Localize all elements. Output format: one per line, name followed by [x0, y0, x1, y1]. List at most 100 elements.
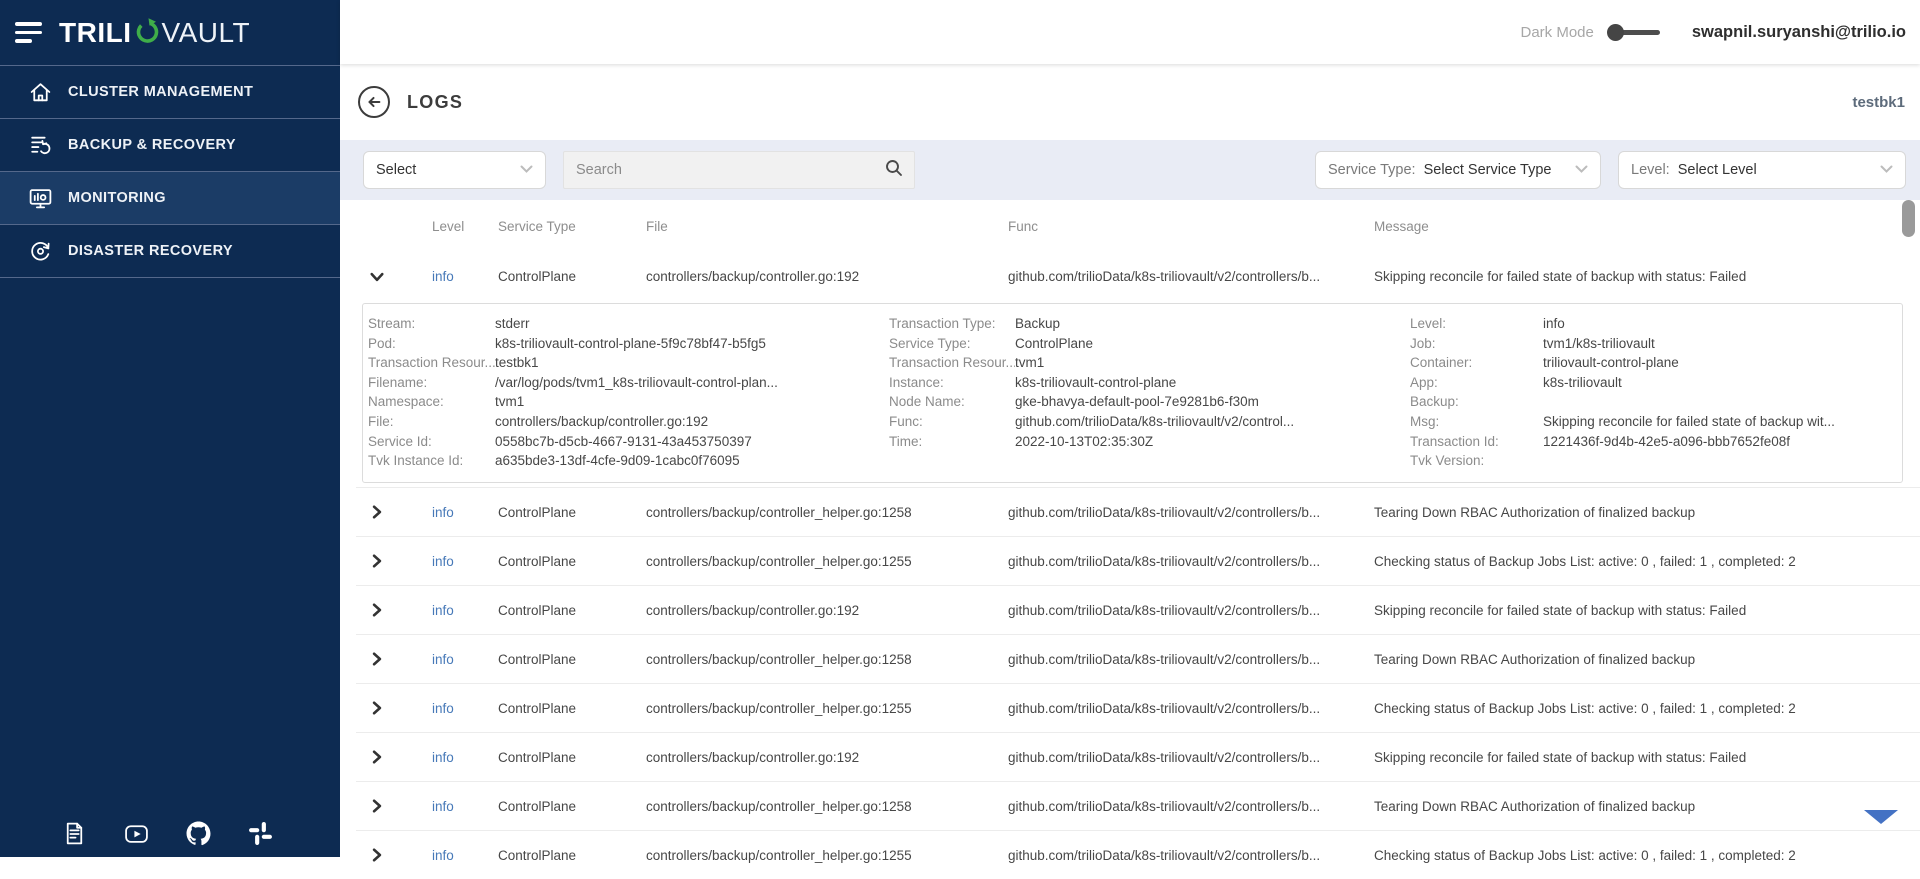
table-row[interactable]: info ControlPlane controllers/backup/con… [356, 683, 1920, 732]
scrollbar-thumb[interactable] [1902, 200, 1915, 237]
log-level: info [432, 750, 498, 765]
youtube-icon[interactable] [124, 821, 149, 846]
detail-value: tvm1 [495, 392, 540, 412]
back-button[interactable] [358, 86, 390, 118]
detail-label: Transaction Id: [1410, 432, 1543, 452]
logo-text-bold: TRILI [59, 17, 132, 49]
table-row[interactable]: info ControlPlane controllers/backup/con… [356, 732, 1920, 781]
chevron-right-icon[interactable] [356, 505, 432, 519]
column-header-file: File [646, 219, 1008, 234]
detail-label: Job: [1410, 334, 1543, 354]
level-dropdown[interactable]: Level: Select Level [1618, 151, 1906, 189]
log-service-type: ControlPlane [498, 701, 646, 716]
sidebar-item-label: BACKUP & RECOVERY [68, 137, 236, 153]
detail-label: File: [368, 412, 495, 432]
search-input[interactable] [574, 161, 884, 179]
detail-label: Service Id: [368, 432, 495, 452]
monitoring-icon [27, 185, 53, 211]
service-type-label: Service Type: [1328, 162, 1416, 178]
dark-mode-toggle[interactable] [1607, 23, 1660, 41]
select-dropdown[interactable]: Select [363, 151, 546, 189]
chevron-right-icon[interactable] [356, 799, 432, 813]
detail-value: a635bde3-13df-4cfe-9d09-1cabc0f76095 [495, 451, 756, 471]
detail-label: Pod: [368, 334, 495, 354]
service-type-value: Select Service Type [1424, 162, 1569, 178]
log-func: github.com/trilioData/k8s-triliovault/v2… [1008, 269, 1374, 284]
chevron-right-icon[interactable] [356, 554, 432, 568]
chevron-down-icon[interactable] [356, 270, 432, 284]
column-header-service-type: Service Type [498, 219, 646, 234]
chevron-right-icon[interactable] [356, 652, 432, 666]
detail-value: triliovault-control-plane [1543, 353, 1695, 373]
sidebar-footer [62, 821, 273, 846]
chevron-down-icon [1880, 162, 1893, 178]
table-row[interactable]: info ControlPlane controllers/backup/con… [356, 781, 1920, 830]
log-func: github.com/trilioData/k8s-triliovault/v2… [1008, 799, 1374, 814]
detail-value: gke-bhavya-default-pool-7e9281b6-f30m [1015, 392, 1275, 412]
log-func: github.com/trilioData/k8s-triliovault/v2… [1008, 701, 1374, 716]
detail-value: Backup [1015, 314, 1076, 334]
chevron-down-icon [1575, 162, 1588, 178]
table-row[interactable]: info ControlPlane controllers/backup/con… [356, 487, 1920, 536]
document-icon[interactable] [62, 821, 87, 846]
chevron-right-icon[interactable] [356, 603, 432, 617]
column-header-message: Message [1374, 219, 1920, 234]
log-service-type: ControlPlane [498, 269, 646, 284]
log-file: controllers/backup/controller_helper.go:… [646, 848, 1008, 863]
detail-value: testbk1 [495, 353, 555, 373]
chevron-right-icon[interactable] [356, 848, 432, 862]
detail-label: Msg: [1410, 412, 1543, 432]
detail-value: controllers/backup/controller.go:192 [495, 412, 724, 432]
log-func: github.com/trilioData/k8s-triliovault/v2… [1008, 750, 1374, 765]
home-icon [27, 79, 53, 105]
detail-column-2: Transaction Type:Backup Service Type:Con… [889, 314, 1410, 482]
hamburger-menu-icon[interactable] [15, 22, 42, 43]
search-box [563, 151, 915, 189]
sidebar-item-monitoring[interactable]: MONITORING [0, 172, 340, 225]
log-service-type: ControlPlane [498, 505, 646, 520]
scroll-down-indicator-icon[interactable] [1864, 810, 1898, 824]
log-service-type: ControlPlane [498, 603, 646, 618]
select-dropdown-value: Select [376, 162, 514, 178]
filter-bar: Select Service Type: Select Service Type… [340, 140, 1920, 200]
sidebar-item-disaster-recovery[interactable]: DISASTER RECOVERY [0, 225, 340, 278]
log-file: controllers/backup/controller_helper.go:… [646, 554, 1008, 569]
table-row[interactable]: info ControlPlane controllers/backup/con… [356, 252, 1920, 301]
detail-value: k8s-triliovault [1543, 373, 1638, 393]
slack-icon[interactable] [248, 821, 273, 846]
detail-value: 0558bc7b-d5cb-4667-9131-43a453750397 [495, 432, 768, 452]
page-title: LOGS [407, 92, 463, 113]
detail-column-3: Level:info Job:tvm1/k8s-triliovault Cont… [1410, 314, 1896, 482]
detail-column-1: Stream:stderr Pod:k8s-triliovault-contro… [368, 314, 889, 482]
chevron-right-icon[interactable] [356, 701, 432, 715]
sidebar-item-cluster-management[interactable]: CLUSTER MANAGEMENT [0, 66, 340, 119]
github-icon[interactable] [186, 821, 211, 846]
detail-value: /var/log/pods/tvm1_k8s-triliovault-contr… [495, 373, 794, 393]
level-value: Select Level [1678, 162, 1874, 178]
table-row[interactable]: info ControlPlane controllers/backup/con… [356, 634, 1920, 683]
log-service-type: ControlPlane [498, 848, 646, 863]
user-email[interactable]: swapnil.suryanshi@trilio.io [1692, 23, 1906, 42]
column-header-func: Func [1008, 219, 1374, 234]
chevron-right-icon[interactable] [356, 750, 432, 764]
cluster-name: testbk1 [1852, 94, 1905, 111]
column-header-level: Level [432, 219, 498, 234]
log-message: Skipping reconcile for failed state of b… [1374, 603, 1920, 618]
page-header: LOGS testbk1 [340, 64, 1920, 140]
table-row[interactable]: info ControlPlane controllers/backup/con… [356, 830, 1920, 879]
table-row[interactable]: info ControlPlane controllers/backup/con… [356, 585, 1920, 634]
sidebar-item-label: MONITORING [68, 190, 166, 206]
level-label: Level: [1631, 162, 1670, 178]
disaster-recovery-icon [27, 238, 53, 264]
search-icon[interactable] [884, 158, 904, 183]
log-message: Tearing Down RBAC Authorization of final… [1374, 505, 1920, 520]
sidebar-item-backup-recovery[interactable]: BACKUP & RECOVERY [0, 119, 340, 172]
detail-value: tvm1/k8s-triliovault [1543, 334, 1671, 354]
log-detail-panel: Stream:stderr Pod:k8s-triliovault-contro… [362, 303, 1903, 483]
sidebar-item-label: CLUSTER MANAGEMENT [68, 84, 253, 100]
service-type-dropdown[interactable]: Service Type: Select Service Type [1315, 151, 1601, 189]
log-func: github.com/trilioData/k8s-triliovault/v2… [1008, 652, 1374, 667]
log-message: Skipping reconcile for failed state of b… [1374, 750, 1920, 765]
table-row[interactable]: info ControlPlane controllers/backup/con… [356, 536, 1920, 585]
detail-value: ControlPlane [1015, 334, 1109, 354]
